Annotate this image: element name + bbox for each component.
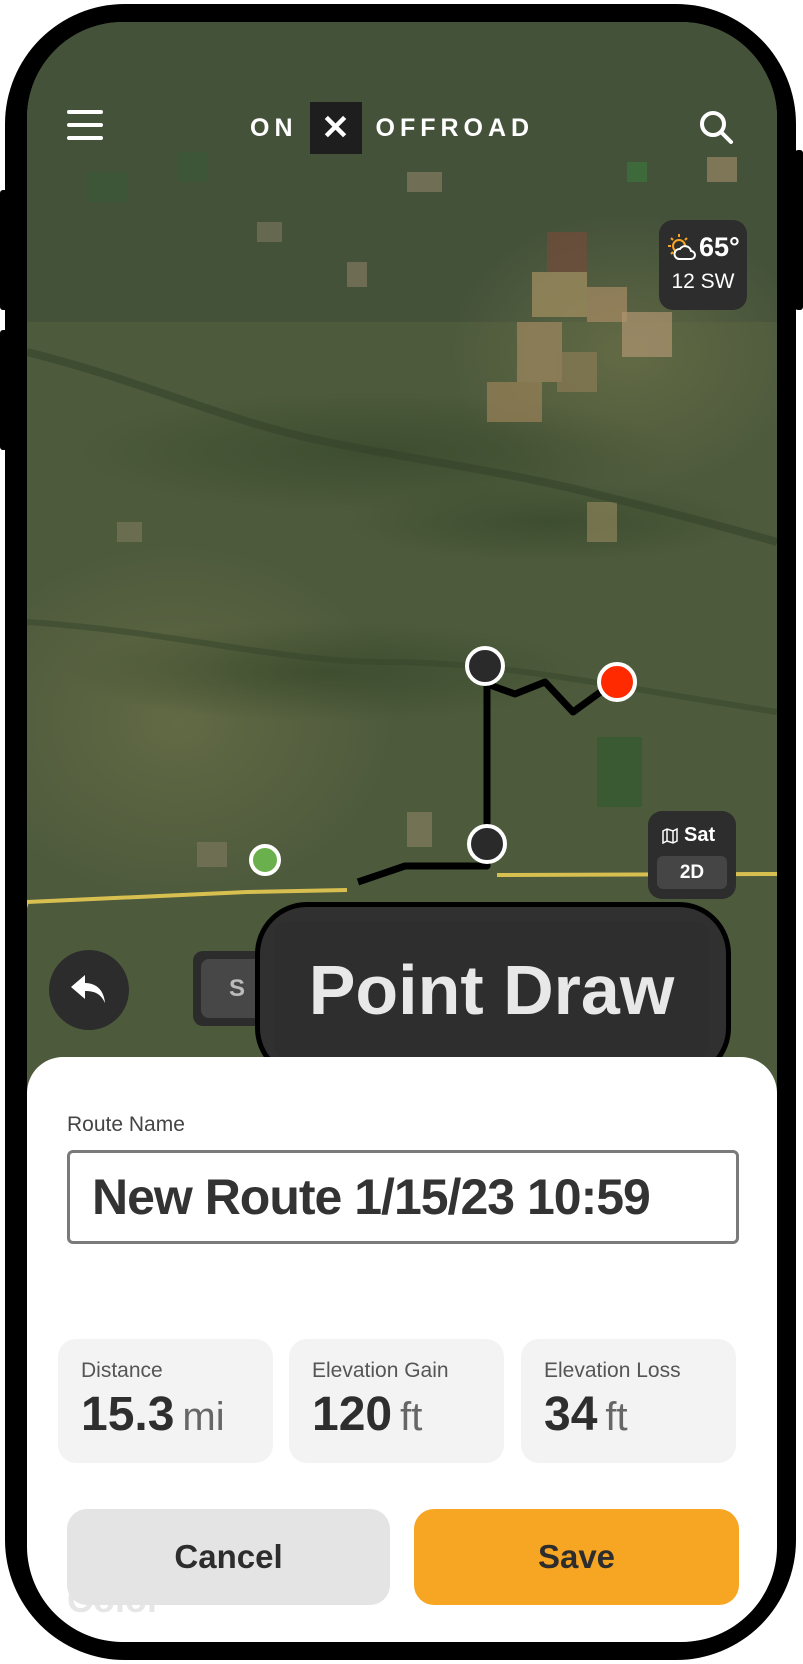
- app-logo: ON ✕ OFFROAD: [250, 102, 534, 154]
- stat-label: Distance: [81, 1359, 163, 1382]
- route-name-label: Route Name: [67, 1113, 185, 1136]
- map-2d-toggle[interactable]: 2D: [657, 856, 727, 889]
- stat-value: 15.3 mi: [81, 1388, 225, 1441]
- stat-label: Elevation Gain: [312, 1359, 449, 1382]
- draw-mode-tooltip: Point Draw: [255, 902, 731, 1080]
- save-button[interactable]: Save: [414, 1509, 739, 1605]
- cancel-button[interactable]: Cancel: [67, 1509, 390, 1605]
- power-button: [795, 150, 803, 310]
- logo-left: ON: [250, 113, 298, 142]
- search-icon[interactable]: [697, 108, 737, 148]
- map-icon: [662, 827, 678, 844]
- temperature: 65°: [699, 232, 740, 262]
- route-bottom-sheet: Route Name Distance 15.3mi Elevation Gai…: [27, 1057, 777, 1642]
- stat-value: 34 ft: [544, 1388, 628, 1441]
- volume-down-button: [0, 330, 8, 450]
- logo-x-icon: ✕: [309, 102, 362, 154]
- map-layer-label: Sat: [662, 824, 715, 847]
- map-layer-toggle[interactable]: Sat 2D: [648, 811, 736, 899]
- stat-elevation-loss: Elevation Loss 34 ft: [521, 1339, 736, 1463]
- stat-value: 120 ft: [312, 1388, 423, 1441]
- undo-icon: [71, 975, 105, 1003]
- route-waypoint[interactable]: [465, 646, 505, 686]
- weather-widget[interactable]: 65° 12 SW: [659, 220, 747, 310]
- route-waypoint[interactable]: [467, 824, 507, 864]
- tooltip-text: Point Draw: [274, 921, 709, 1059]
- screen: ON ✕ OFFROAD 65° 12 SW Sat 2D S Point Dr…: [27, 22, 777, 1642]
- route-end-point[interactable]: [597, 662, 637, 702]
- wind: 12 SW: [671, 270, 735, 293]
- route-name-input[interactable]: [67, 1150, 739, 1244]
- route-start-point[interactable]: [249, 844, 281, 876]
- stat-label: Elevation Loss: [544, 1359, 681, 1382]
- stat-distance: Distance 15.3 mi: [58, 1339, 273, 1463]
- volume-up-button: [0, 190, 8, 310]
- logo-right: OFFROAD: [375, 113, 535, 142]
- menu-icon[interactable]: [67, 110, 103, 140]
- stat-elevation-gain: Elevation Gain 120 ft: [289, 1339, 504, 1463]
- top-bar: ON ✕ OFFROAD: [27, 22, 777, 182]
- undo-button[interactable]: [49, 950, 129, 1030]
- partly-cloudy-icon: [668, 234, 696, 260]
